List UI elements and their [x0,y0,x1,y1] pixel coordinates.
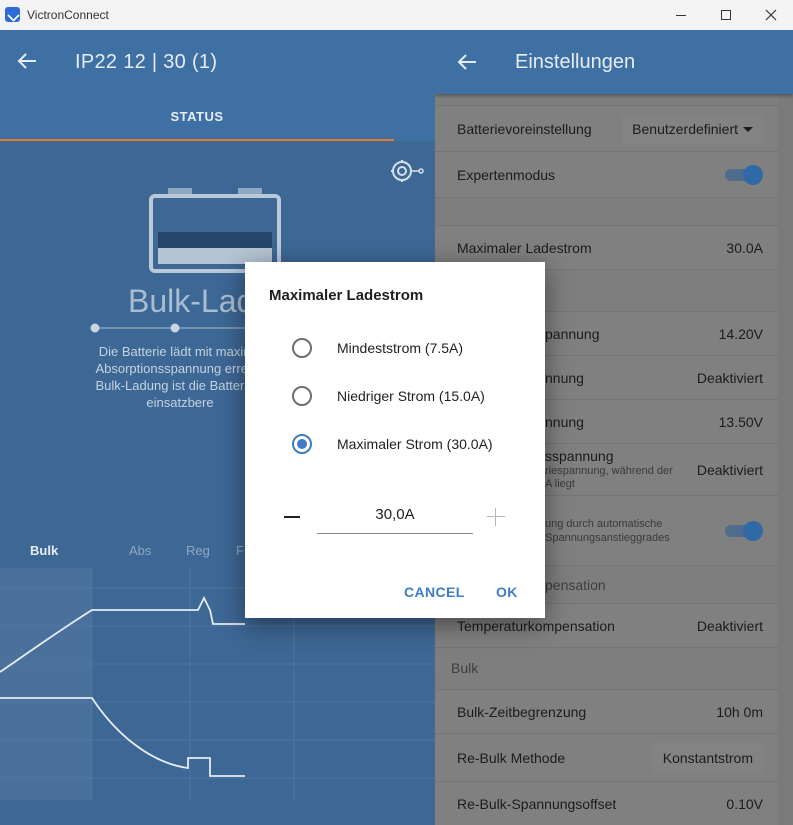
option-low-current[interactable]: Niedriger Strom (15.0A) [245,372,545,420]
section-spacer [435,198,778,226]
radio-button-selected[interactable] [292,434,312,454]
row-label: nnung [545,414,584,430]
option-maximum-current[interactable]: Maximaler Strom (30.0A) [245,420,545,468]
settings-row-expert-mode[interactable]: Expertenmodus [435,152,778,198]
row-label: Bulk-Zeitbegrenzung [457,704,587,720]
device-header: IP22 12 | 30 (1) STATUS [0,30,435,141]
maximize-icon [721,10,731,20]
minimize-icon [676,14,686,16]
toggle-knob [743,521,763,541]
row-label: Temperaturkompensation [457,618,615,634]
row-value: 14.20V [718,326,763,342]
close-icon [765,9,777,21]
window-titlebar: VictronConnect [0,0,793,30]
maximize-button[interactable] [703,0,749,30]
option-minimum-current[interactable]: Mindeststrom (7.5A) [245,324,545,372]
phase-bulk: Bulk [30,543,59,558]
tab-indicator [0,139,394,141]
row-label: Re-Bulk-Spannungsoffset [457,796,617,812]
settings-scrollbar[interactable] [778,94,793,825]
row-sublabel: Spannungsanstieggrades [545,532,670,544]
back-arrow-icon[interactable] [16,50,38,72]
row-sublabel: riespannung, während der [545,465,673,477]
row-value: Deaktiviert [696,462,763,478]
cancel-button[interactable]: CANCEL [396,580,473,604]
tab-status[interactable]: STATUS [0,109,394,124]
section-label: Bulk [451,660,479,676]
max-charge-current-dialog: Maximaler Ladestrom Mindeststrom (7.5A) … [245,262,545,618]
caret-down-icon [743,127,753,132]
phase-float: F [236,543,244,558]
row-sublabel: A liegt [545,478,575,490]
row-value: Deaktiviert [696,370,763,386]
option-label: Maximaler Strom (30.0A) [337,436,493,452]
charge-state-label: Bulk-Lad [128,283,255,319]
settings-title: Einstellungen [515,51,636,73]
radio-button[interactable] [292,386,312,406]
settings-row-bulk-time-limit[interactable]: Bulk-Zeitbegrenzung 10h 0m [435,690,778,734]
row-value: 13.50V [718,414,763,430]
phase-abs: Abs [129,543,152,558]
row-label: nnung [545,370,584,386]
increment-button[interactable] [487,508,505,526]
phase-progress-dots [90,323,250,333]
row-sublabel: ung durch automatische [545,518,663,530]
row-value: Deaktiviert [696,618,763,634]
battery-preset-dropdown[interactable]: Benutzerdefiniert [622,114,763,144]
current-amount-input[interactable]: 30,0A [317,502,473,534]
app-icon [5,7,20,22]
phase-reg: Reg [186,543,210,558]
window-title: VictronConnect [27,8,109,22]
row-value: 30.0A [726,240,763,256]
option-label: Niedriger Strom (15.0A) [337,388,485,404]
settings-gear-icon[interactable] [389,158,425,184]
row-label: sspannung [545,448,614,464]
row-value: 10h 0m [716,704,763,720]
rebulk-method-selector[interactable]: Konstantstrom [652,742,763,774]
toggle-knob [743,165,763,185]
close-button[interactable] [748,0,793,30]
settings-header: Einstellungen [435,30,793,94]
settings-row-battery-preset[interactable]: Batterievoreinstellung Benutzerdefiniert [435,106,778,152]
dialog-title: Maximaler Ladestrom [269,287,424,304]
row-label: Re-Bulk Methode [457,750,566,766]
expert-mode-toggle[interactable] [725,165,763,185]
list-spacer [435,94,778,106]
back-arrow-icon[interactable] [456,51,478,73]
section-header-bulk: Bulk [435,648,778,690]
settings-row-rebulk-offset[interactable]: Re-Bulk-Spannungsoffset 0.10V [435,782,778,825]
row-label: pannung [545,326,600,342]
option-label: Mindeststrom (7.5A) [337,340,464,356]
decrement-button[interactable] [283,500,303,530]
row-label: Batterievoreinstellung [457,121,592,137]
radio-button[interactable] [292,338,312,358]
row-label: Expertenmodus [457,167,556,183]
auto-detect-toggle[interactable] [725,521,763,541]
minus-icon [284,516,300,518]
section-label: pensation [545,577,606,593]
row-label: Maximaler Ladestrom [457,240,592,256]
settings-row-rebulk-method[interactable]: Re-Bulk Methode Konstantstrom [435,734,778,782]
row-value: 0.10V [726,796,763,812]
ok-button[interactable]: OK [488,580,526,604]
device-title: IP22 12 | 30 (1) [75,51,218,73]
minimize-button[interactable] [658,0,704,30]
dropdown-value: Benutzerdefiniert [632,121,738,137]
